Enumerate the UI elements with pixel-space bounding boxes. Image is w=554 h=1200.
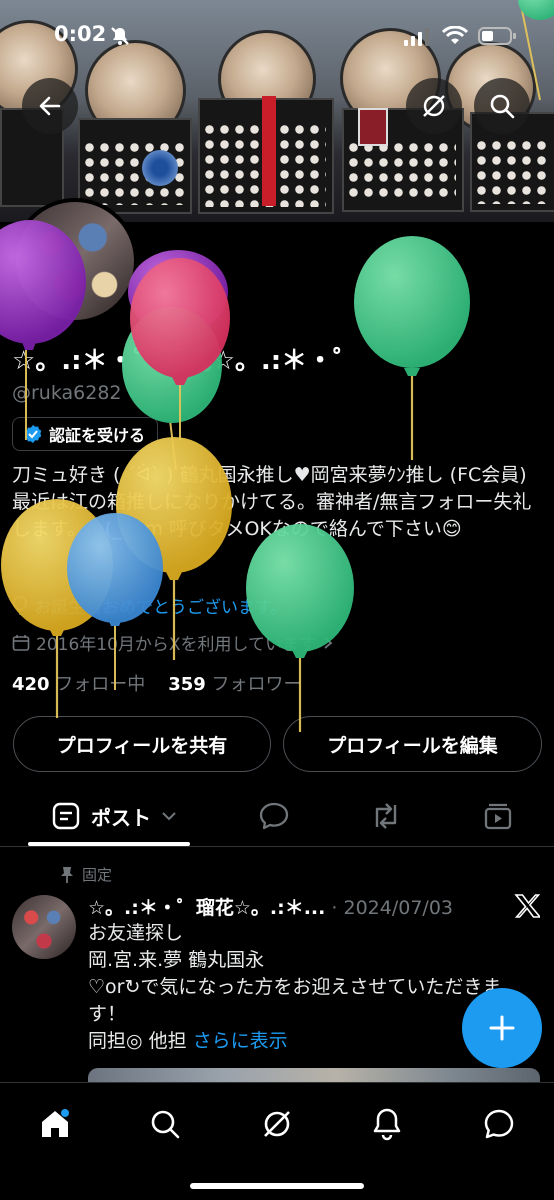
joined-text: 2016年10月からXを利用しています — [36, 635, 317, 655]
tab-posts-label: ポスト — [91, 805, 151, 830]
balloon — [128, 250, 228, 350]
nav-messages[interactable] — [472, 1097, 526, 1151]
grok-button[interactable] — [406, 78, 462, 134]
user-handle: @ruka6282 — [12, 382, 122, 404]
compose-button[interactable] — [462, 988, 542, 1068]
tab-replies[interactable] — [246, 786, 302, 846]
media-icon — [484, 803, 512, 830]
post-line: 岡.宮.来.夢 鶴丸国永 — [88, 949, 265, 971]
home-icon — [42, 1109, 69, 1137]
active-tab-indicator — [28, 842, 190, 846]
nav-search[interactable] — [138, 1097, 192, 1151]
profile-tabs: ポスト — [0, 786, 554, 847]
tab-reposts[interactable] — [358, 786, 414, 846]
balloon — [354, 236, 470, 460]
search-button[interactable] — [474, 78, 530, 134]
followers-count: 359 — [168, 674, 206, 695]
banner-badges — [346, 140, 456, 202]
chevron-right-icon — [324, 636, 333, 649]
home-indicator — [190, 1183, 364, 1189]
status-time: 0:02 — [54, 22, 107, 46]
post-media-preview[interactable] — [88, 1068, 540, 1082]
banner-ribbon — [262, 96, 276, 206]
pin-icon — [61, 866, 73, 883]
plus-icon — [489, 1015, 515, 1041]
banner-photo — [358, 108, 388, 146]
nav-notifications[interactable] — [360, 1097, 414, 1151]
get-verified-button[interactable]: 認証を受ける — [12, 417, 159, 451]
reply-icon — [259, 802, 289, 830]
tab-media[interactable] — [470, 786, 526, 846]
profile-bio: 刀ミュ好き ( ´ᐛ` ) 鶴丸国永推し♥岡宮来夢ｸﾝ推し (FC会員) 最近は… — [12, 464, 532, 540]
following-label: フォロー中 — [55, 674, 146, 695]
messages-icon — [484, 1109, 514, 1139]
battery-icon — [478, 27, 516, 45]
nav-grok[interactable] — [250, 1097, 304, 1151]
repost-icon — [375, 803, 397, 829]
wifi-icon — [442, 26, 468, 44]
post-date: · 2024/07/03 — [331, 897, 453, 919]
posts-icon — [52, 802, 80, 830]
pinned-label: 固定 — [82, 866, 113, 884]
bell-icon — [373, 1108, 401, 1141]
follow-counts: 420 フォロー中 359 フォロワー — [12, 670, 302, 696]
show-more-link[interactable]: さらに表示 — [193, 1030, 288, 1052]
signal-icon — [404, 28, 429, 46]
nav-home[interactable] — [28, 1097, 82, 1151]
back-arrow-icon — [39, 96, 61, 116]
banner-badges — [474, 138, 552, 204]
grok-icon — [423, 95, 445, 117]
share-profile-button[interactable]: プロフィールを共有 — [13, 716, 271, 772]
birthday-text: お誕生日おめでとうございます。 — [34, 598, 288, 618]
post-line: 同担◎ 他担 — [88, 1030, 187, 1052]
get-verified-label: 認証を受ける — [49, 426, 146, 445]
edit-profile-button[interactable]: プロフィールを編集 — [283, 716, 542, 772]
following-link[interactable]: 420 フォロー中 — [12, 674, 145, 695]
post-header: ☆。.:＊・゜瑠花☆。.:＊... · 2024/07/03 — [88, 893, 453, 920]
tab-posts[interactable]: ポスト — [44, 786, 184, 846]
post-author-avatar[interactable] — [12, 895, 76, 959]
display-name: ☆。.:＊・゜瑠花☆。.:＊・゜ — [12, 346, 360, 376]
balloon-icon — [13, 595, 27, 615]
joined-date-row[interactable]: 2016年10月からXを利用しています — [12, 630, 334, 655]
following-count: 420 — [12, 674, 50, 695]
banner-rosette — [142, 150, 178, 186]
pinned-indicator: 固定 — [60, 864, 112, 885]
grok-icon — [264, 1111, 290, 1137]
balloon — [246, 524, 354, 732]
profile-avatar[interactable] — [12, 198, 138, 324]
birthday-row: お誕生日おめでとうございます。 — [12, 593, 287, 618]
mute-bell-icon — [111, 27, 129, 45]
calendar-icon — [12, 634, 30, 651]
verified-badge-icon — [24, 425, 42, 443]
post-line: お友達探し — [88, 922, 184, 944]
x-logo-icon[interactable] — [514, 894, 540, 918]
post-author-name[interactable]: ☆。.:＊・゜瑠花☆。.:＊... — [88, 897, 325, 919]
followers-label: フォロワー — [211, 674, 302, 695]
followers-link[interactable]: 359 フォロワー — [168, 674, 301, 695]
search-icon — [151, 1110, 180, 1139]
chevron-down-icon — [162, 812, 176, 821]
back-button[interactable] — [22, 78, 78, 134]
search-icon — [490, 94, 515, 119]
